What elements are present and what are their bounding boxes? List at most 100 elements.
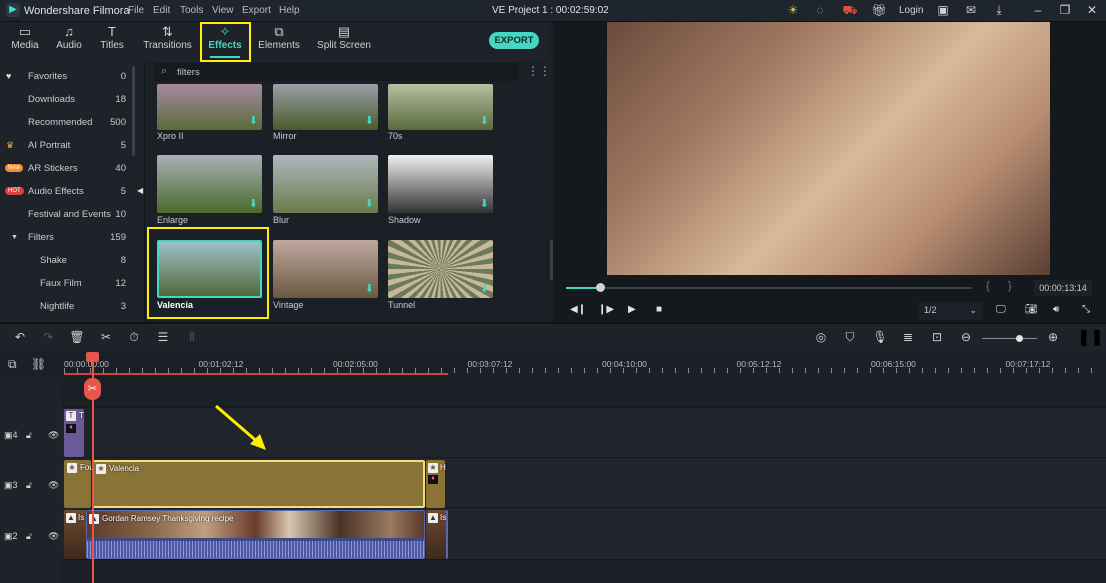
lock-icon[interactable]: 🔓︎ xyxy=(26,430,32,441)
eye-icon[interactable]: 👁︎ xyxy=(48,531,59,542)
save-icon[interactable]: ▣ xyxy=(935,3,951,17)
tab-media[interactable]: ▭ Media xyxy=(6,22,44,60)
sidebar-item-recommended[interactable]: Recommended 500 xyxy=(0,112,132,135)
download-icon[interactable]: ⬇ xyxy=(249,114,258,127)
redo-icon[interactable]: ↷ xyxy=(40,330,56,344)
display-icon[interactable]: 🖵︎ xyxy=(996,304,1006,315)
effect-thumbnail-enlarge[interactable]: ⬇ xyxy=(157,155,262,213)
menu-file[interactable]: File xyxy=(128,5,144,16)
minimize-icon[interactable]: – xyxy=(1030,3,1046,17)
eye-icon[interactable]: 👁︎ xyxy=(48,430,59,441)
mark-in-button[interactable]: { xyxy=(986,280,990,292)
sidebar-item-ai-portrait[interactable]: ♛ AI Portrait 5 xyxy=(0,135,132,158)
menu-edit[interactable]: Edit xyxy=(153,5,170,16)
add-track-icon[interactable]: ⧉ xyxy=(8,357,17,372)
bulb-icon[interactable]: ☀ xyxy=(785,3,801,17)
effect-thumbnail-70s[interactable]: ⬇ xyxy=(388,84,493,130)
voiceover-list-icon[interactable]: ≣ xyxy=(900,330,916,344)
menu-view[interactable]: View xyxy=(212,5,234,16)
support-icon[interactable]: ◌ xyxy=(812,3,828,17)
effect-thumbnail-xpro-ii[interactable]: ⬇ xyxy=(157,84,262,130)
adjust-icon[interactable]: ☰ xyxy=(155,330,171,344)
mail-icon[interactable]: ✉ xyxy=(963,3,979,17)
sidebar-scrollbar[interactable] xyxy=(132,66,135,156)
effect-clip[interactable]: ★ H ♦ xyxy=(426,460,446,508)
scissors-icon[interactable]: ✂ xyxy=(84,378,101,400)
search-input[interactable] xyxy=(177,65,477,79)
gordon-ramsey-video-clip[interactable]: ▲ Gordan Ramsey Thanksgiving recipe xyxy=(86,510,425,559)
playback-progress[interactable] xyxy=(566,287,972,289)
login-button[interactable]: Login xyxy=(899,5,923,16)
effect-thumbnail-mirror[interactable]: ⬇ xyxy=(273,84,378,130)
preview-quality-select[interactable]: 1/2 ⌄ xyxy=(918,302,983,320)
playhead-handle[interactable] xyxy=(86,352,99,362)
export-button[interactable]: EXPORT xyxy=(489,32,539,49)
zoom-out-icon[interactable]: ⊖ xyxy=(958,330,974,344)
pause-icon[interactable]: ❚❚ xyxy=(1077,327,1104,347)
next-frame-icon[interactable]: ❙▶ xyxy=(598,304,614,315)
sidebar-item-ar-stickers[interactable]: New AR Stickers 40 xyxy=(0,158,132,181)
download-icon[interactable]: ⬇ xyxy=(365,282,374,295)
search-box[interactable]: ⌕ xyxy=(155,63,519,81)
lock-icon[interactable]: 🔓︎ xyxy=(26,480,32,491)
collapse-sidebar-icon[interactable]: ◀ xyxy=(137,186,143,195)
video-clip[interactable]: ▲ Is xyxy=(426,510,448,559)
snapshot-icon[interactable]: 📷︎ xyxy=(1025,304,1038,315)
download-icon[interactable]: ⬇ xyxy=(365,197,374,210)
cart-icon[interactable]: ⛟ xyxy=(842,3,858,19)
tab-audio[interactable]: ♫ Audio xyxy=(52,22,86,60)
play-icon[interactable]: ▶ xyxy=(628,304,636,315)
link-icon[interactable]: ⛓︎ xyxy=(31,357,46,371)
lock-icon[interactable]: 🔓︎ xyxy=(26,531,32,542)
sidebar-item-shake[interactable]: Shake 8 xyxy=(0,250,132,273)
sidebar-item-festival-and-events[interactable]: Festival and Events 10 xyxy=(0,204,132,227)
microphone-icon[interactable]: 🎙︎ xyxy=(872,330,888,344)
download-icon[interactable]: ⬇ xyxy=(480,197,489,210)
menu-help[interactable]: Help xyxy=(279,5,300,16)
playback-scrubber[interactable] xyxy=(596,283,605,292)
gift-icon[interactable]: 🎁︎ xyxy=(871,3,887,17)
volume-icon[interactable]: 🔊︎ xyxy=(1053,304,1059,315)
sidebar-item-nightlife[interactable]: Nightlife 3 xyxy=(0,296,132,319)
download-icon[interactable]: ⬇ xyxy=(249,197,258,210)
sidebar-item-filters[interactable]: ▼ Filters 159 xyxy=(0,227,132,250)
effect-thumbnail-shadow[interactable]: ⬇ xyxy=(388,155,493,213)
stop-icon[interactable]: ■ xyxy=(656,304,662,315)
effect-clip[interactable]: ★ Fou xyxy=(64,460,94,508)
audio-split-icon[interactable]: ⫴ xyxy=(184,330,200,345)
zoom-slider[interactable] xyxy=(982,338,1037,339)
tab-transitions[interactable]: ⇅ Transitions xyxy=(140,22,195,60)
effect-thumbnail-tunnel[interactable]: ⬇ xyxy=(388,240,493,298)
download-icon[interactable]: ⤓ xyxy=(991,3,1007,18)
fullscreen-icon[interactable]: ⤡ xyxy=(1082,304,1090,315)
menu-export[interactable]: Export xyxy=(242,5,271,16)
mark-out-button[interactable]: } xyxy=(1008,280,1012,292)
sidebar-item-faux-film[interactable]: Faux Film 12 xyxy=(0,273,132,296)
sidebar-item-downloads[interactable]: Downloads 18 xyxy=(0,89,132,112)
speed-icon[interactable]: ⏱︎ xyxy=(126,330,142,345)
render-icon[interactable]: ◎ xyxy=(813,330,829,344)
tab-titles[interactable]: T Titles xyxy=(95,22,129,60)
zoom-slider-handle[interactable] xyxy=(1016,335,1023,342)
undo-icon[interactable]: ↶ xyxy=(12,330,28,344)
restore-icon[interactable]: ❐ xyxy=(1057,3,1073,17)
cut-icon[interactable]: ✂ xyxy=(98,330,114,344)
eye-icon[interactable]: 👁︎ xyxy=(48,480,59,491)
menu-tools[interactable]: Tools xyxy=(180,5,203,16)
sidebar-item-audio-effects[interactable]: HOT Audio Effects 5 xyxy=(0,181,132,204)
video-clip[interactable]: ▲ Is xyxy=(64,510,86,559)
download-icon[interactable]: ⬇ xyxy=(480,282,489,295)
zoom-in-icon[interactable]: ⊕ xyxy=(1045,330,1061,344)
effect-thumbnail-blur[interactable]: ⬇ xyxy=(273,155,378,213)
tab-elements[interactable]: ⧉ Elements xyxy=(256,22,302,60)
title-clip[interactable]: T T ♦ xyxy=(64,409,84,457)
effect-thumbnail-vintage[interactable]: ⬇ xyxy=(273,240,378,298)
tab-split-screen[interactable]: ▤ Split Screen xyxy=(316,22,372,60)
close-icon[interactable]: ✕ xyxy=(1084,3,1100,17)
previous-frame-icon[interactable]: ◀❙ xyxy=(570,304,586,315)
marker-icon[interactable]: ⛉ xyxy=(842,330,858,345)
download-icon[interactable]: ⬇ xyxy=(365,114,374,127)
fit-icon[interactable]: ⊡ xyxy=(929,330,945,344)
valencia-effect-clip[interactable]: ★ Valencia xyxy=(92,460,425,508)
sidebar-item-favorites[interactable]: ♥ Favorites 0 xyxy=(0,66,132,89)
